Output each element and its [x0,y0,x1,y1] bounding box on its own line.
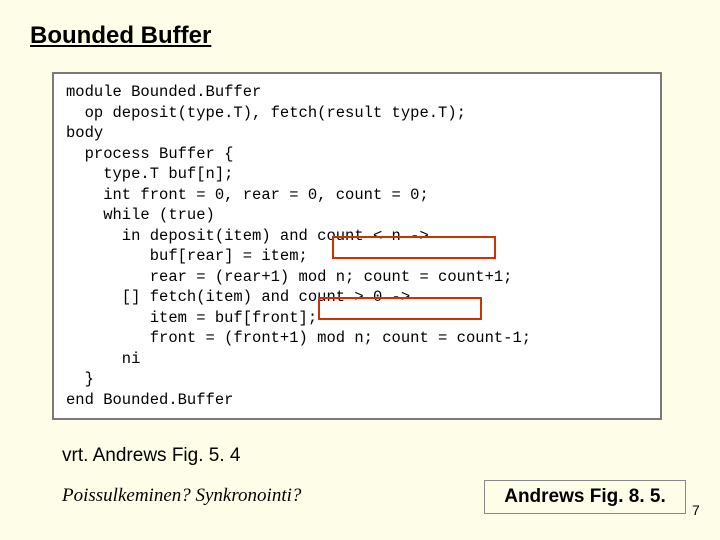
slide-title: Bounded Buffer [30,22,211,50]
highlight-box-2 [318,297,482,320]
highlight-box-1 [332,236,496,259]
page-number: 7 [692,502,700,518]
caption-compare: vrt. Andrews Fig. 5. 4 [62,445,240,467]
figure-label-box: Andrews Fig. 8. 5. [484,480,686,514]
caption-question: Poissulkeminen? Synkronointi? [62,485,301,507]
